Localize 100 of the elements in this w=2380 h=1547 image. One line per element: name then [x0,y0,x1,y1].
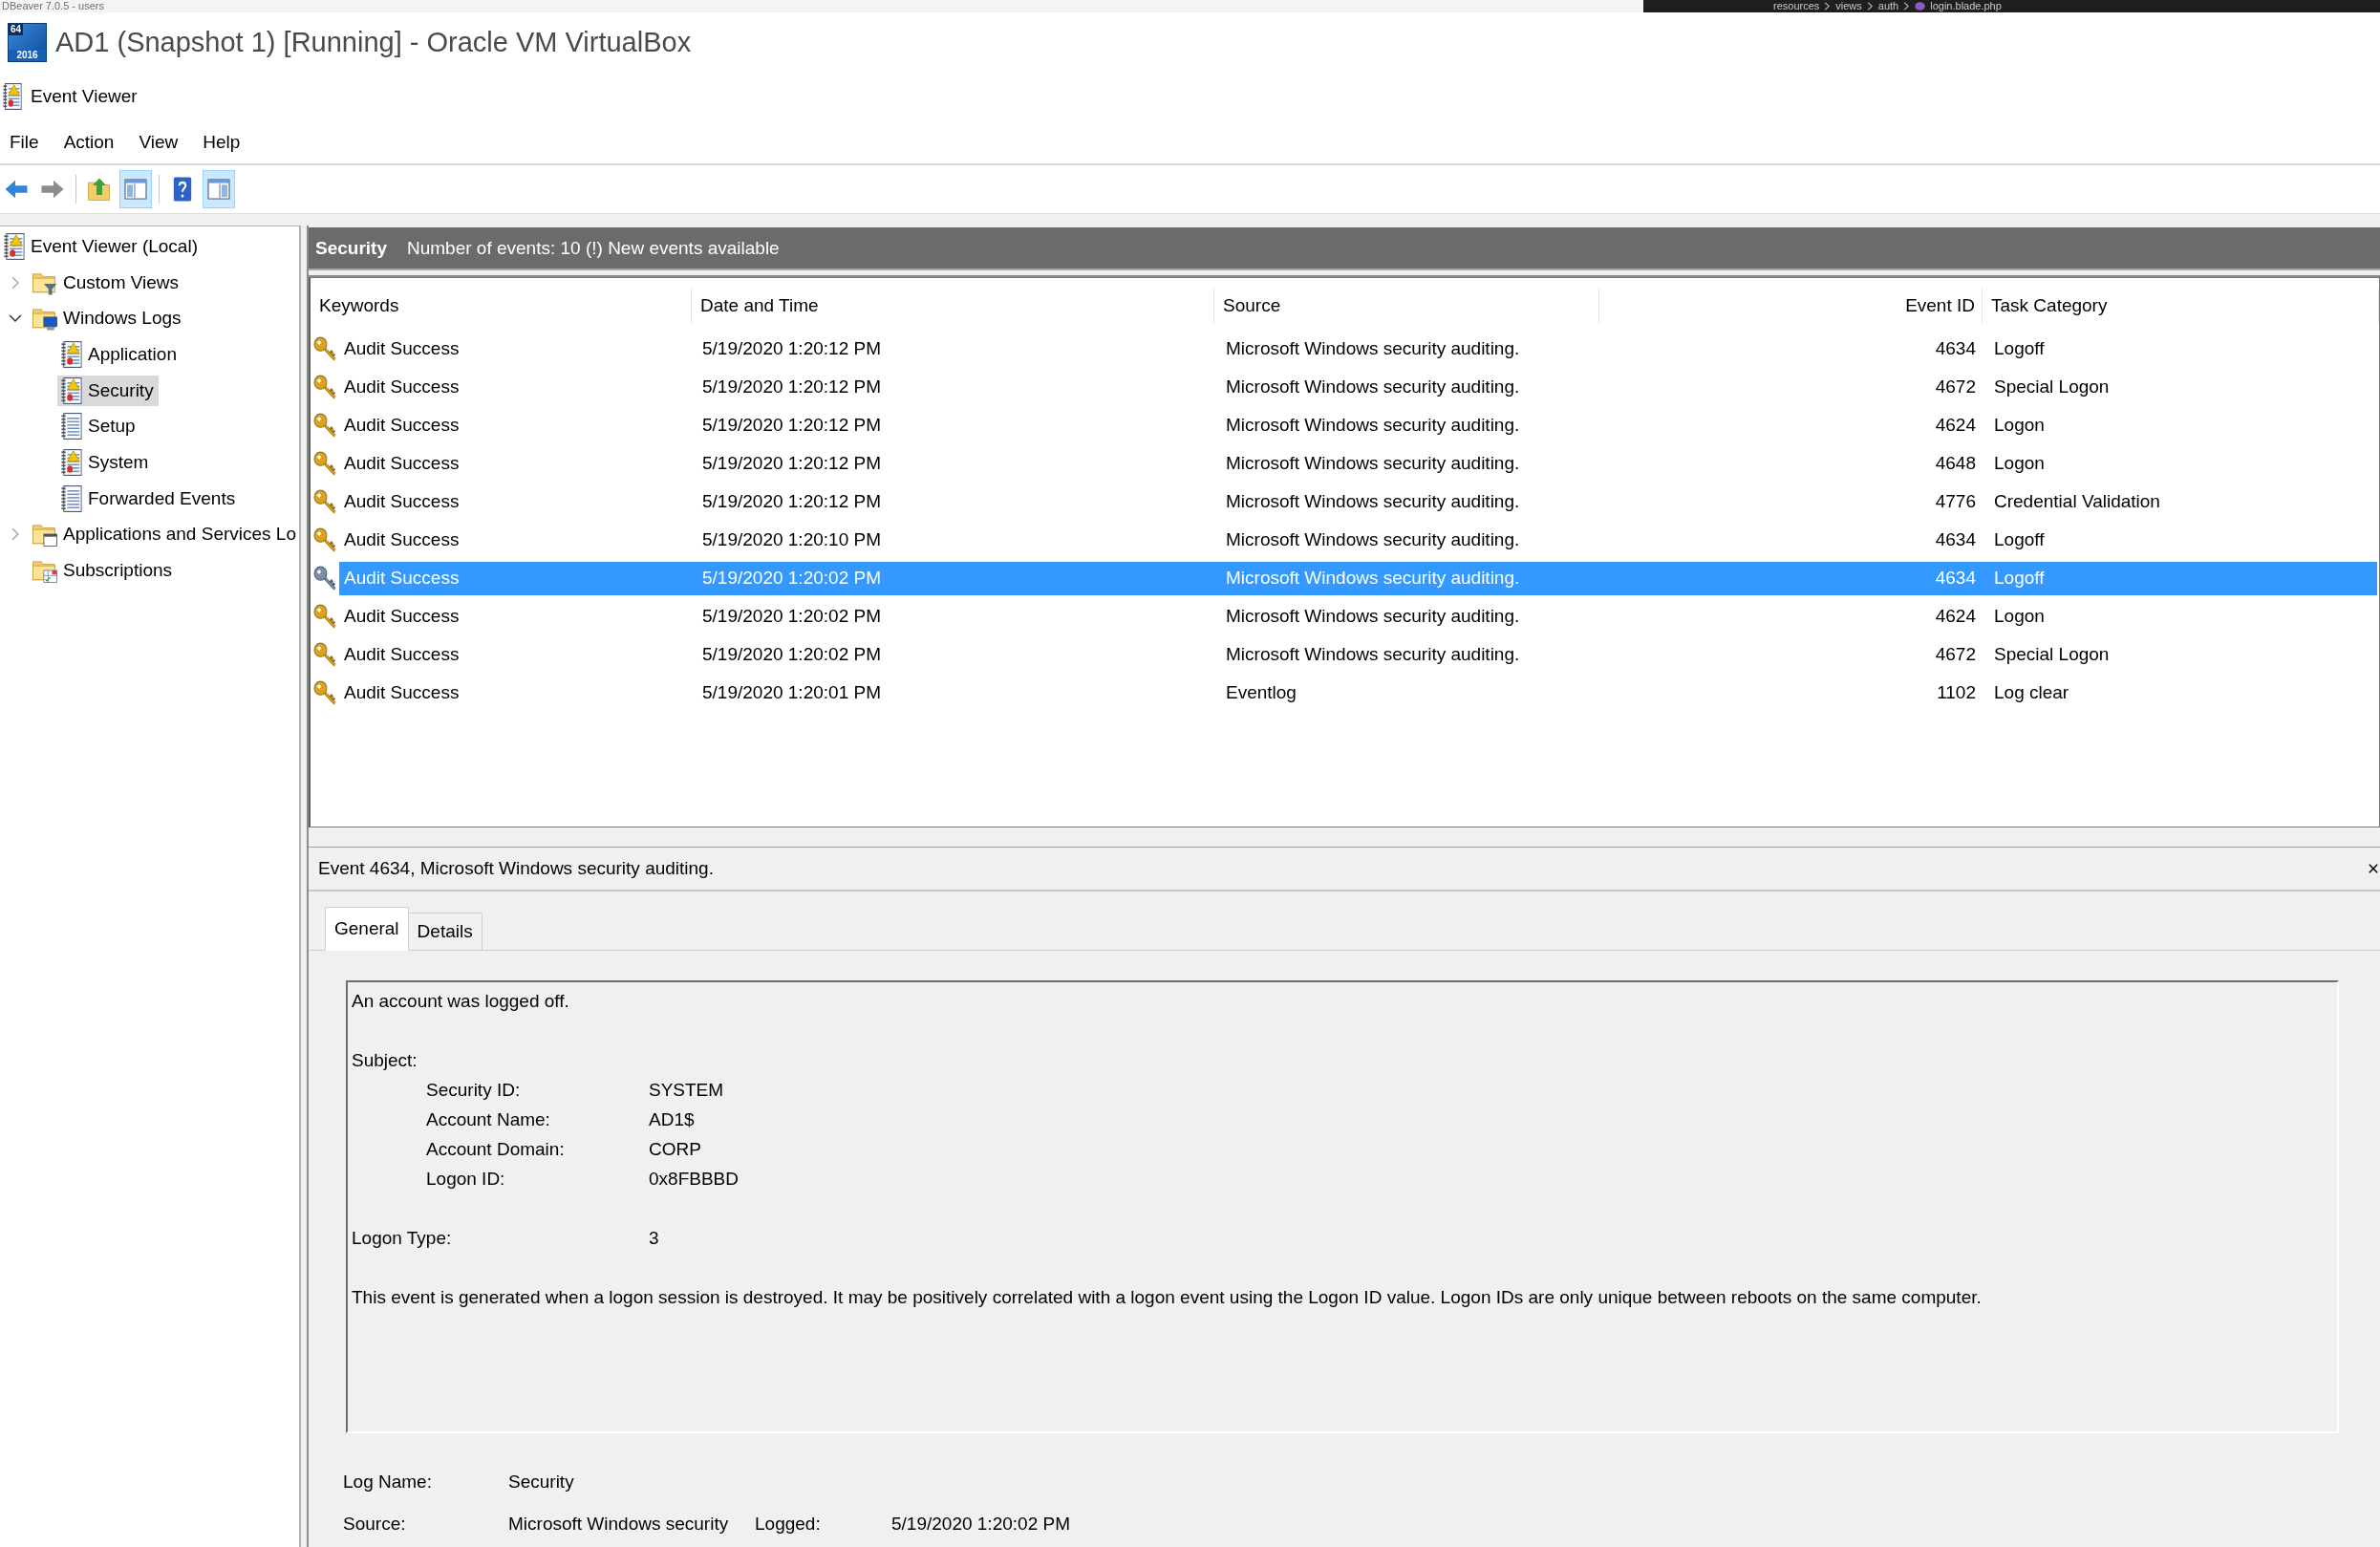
field-label: Security ID: [426,1079,521,1102]
field-label: Logon ID: [426,1168,505,1191]
help-icon [172,177,193,202]
event-row[interactable]: Audit Success 5/19/2020 1:20:12 PM Microsoft Windows security auditing. 4672 Special Logon [339,370,2377,404]
tree-item[interactable]: Setup [57,411,140,442]
property-label: Log Name: [343,1472,432,1493]
pane-splitter[interactable] [299,226,309,1547]
table-cell-text: 5/19/2020 1:20:12 PM [701,414,882,437]
table-cell-text: 4624 [1934,605,1977,628]
log-warning-icon [4,232,25,260]
event-row[interactable]: Audit Success 5/19/2020 1:20:12 PM Microsoft Windows security auditing. 4634 Logoff [339,332,2377,366]
table-cell-text: Audit Success [343,605,461,628]
event-row[interactable]: Audit Success 5/19/2020 1:20:12 PM Microsoft Windows security auditing. 4648 Logon [339,446,2377,481]
window-right-pane-icon [207,179,230,200]
menu-item[interactable]: Help [197,128,247,157]
breadcrumb-item[interactable]: resources [1773,0,1820,12]
property-value: Microsoft Windows security [508,1514,729,1535]
event-row[interactable]: Audit Success 5/19/2020 1:20:01 PM Eventlog 1102 Log clear [339,676,2377,710]
table-cell-text: Audit Success [343,337,461,360]
field-value: 3 [649,1227,659,1250]
window-left-pane-icon [124,179,147,200]
column-header[interactable]: Keywords [311,289,692,323]
tree-item[interactable]: Application [57,338,182,370]
table-cell-text: Eventlog [1225,681,1297,704]
tree-item[interactable]: Windows Logs [29,303,186,334]
table-cell-text: 5/19/2020 1:20:12 PM [701,376,882,398]
event-row[interactable]: Audit Success 5/19/2020 1:20:12 PM Microsoft Windows security auditing. 4776 Credential Validation [339,484,2377,519]
log-icon [61,413,82,440]
table-cell-text: Audit Success [343,567,461,590]
tab[interactable]: General [325,907,409,951]
property-value: Security [508,1472,574,1493]
table-cell-text: 4624 [1934,414,1977,437]
column-header[interactable]: Date and Time [692,289,1214,323]
section-heading: Subject: [352,1049,418,1072]
table-cell-text: 5/19/2020 1:20:12 PM [701,337,882,360]
table-cell-text: Audit Success [343,414,461,437]
field-value: 0x8FBBBD [649,1168,739,1191]
event-row[interactable]: Audit Success 5/19/2020 1:20:10 PM Microsoft Windows security auditing. 4634 Logoff [339,523,2377,557]
table-cell-text: Microsoft Windows security auditing. [1225,414,1521,437]
folder-up-arrow-icon [88,178,111,201]
field-value: AD1$ [649,1108,695,1131]
table-cell-text: Audit Success [343,528,461,551]
app-title: Event Viewer [31,86,138,107]
menu-item[interactable]: Action [57,128,120,157]
breadcrumb-item[interactable]: auth [1877,0,1899,12]
file-type-icon [1915,2,1926,11]
breadcrumb-item[interactable]: login.blade.php [1930,0,2002,12]
tree-item[interactable]: Custom Views [29,267,184,298]
table-cell-text: Microsoft Windows security auditing. [1225,376,1521,398]
table-cell-text: Microsoft Windows security auditing. [1225,605,1521,628]
table-cell-text: Logon [1993,414,2046,437]
table-cell-text: 4672 [1934,643,1977,666]
tree-item[interactable]: Security [57,375,159,406]
close-icon [2369,864,2378,873]
table-cell-text: 4672 [1934,376,1977,398]
table-cell-text: 5/19/2020 1:20:10 PM [701,528,882,551]
table-cell-text: Audit Success [343,452,461,475]
tree-item[interactable]: Subscriptions [29,555,178,587]
log-warning-icon [3,83,22,110]
os-year-label: 2016 [9,49,46,61]
folder-window-icon [32,522,57,548]
field-label: Account Name: [426,1108,550,1131]
tree-item[interactable]: System [57,446,154,478]
menu-item[interactable]: File [4,128,45,157]
table-cell-text: Microsoft Windows security auditing. [1225,643,1521,666]
tree-item[interactable]: Applications and Services Lo [29,519,299,550]
event-row[interactable]: Audit Success 5/19/2020 1:20:02 PM Microsoft Windows security auditing. 4672 Special Logon [339,637,2377,672]
column-header[interactable]: Task Category [1983,289,2379,323]
menu-item[interactable]: View [133,128,184,157]
table-cell-text: Logon [1993,452,2046,475]
field-value: CORP [649,1138,701,1161]
background-window-title: DBeaver 7.0.5 - users [1,0,104,12]
breadcrumb-item[interactable]: views [1835,0,1862,12]
field-label: Logon Type: [352,1227,452,1250]
column-header[interactable]: Source [1214,289,1599,323]
table-cell-text: 5/19/2020 1:20:01 PM [701,681,882,704]
tree-item[interactable]: Forwarded Events [57,483,241,514]
event-row[interactable]: Audit Success 5/19/2020 1:20:12 PM Microsoft Windows security auditing. 4624 Logon [339,408,2377,442]
tree-item[interactable]: Event Viewer (Local) [0,230,203,262]
action-pane-button[interactable] [203,170,235,208]
table-cell-text: Log clear [1993,681,2070,704]
table-cell-text: 5/19/2020 1:20:12 PM [701,452,882,475]
event-row[interactable]: Audit Success 5/19/2020 1:20:02 PM Microsoft Windows security auditing. 4624 Logon [339,599,2377,634]
table-cell-text: Logoff [1993,337,2046,360]
log-icon [61,484,82,512]
property-label: Source: [343,1514,406,1535]
console-tree-button[interactable] [119,170,152,208]
table-cell-text: 4634 [1934,337,1977,360]
event-detail-title: Event 4634, Microsoft Windows security auditing. [318,858,714,879]
description-paragraph: This event is generated when a logon session is destroyed. It may be positively correlated with a logon event using the Logon ID value. Logon IDs are only unique between reboots on the same computer. [352,1286,1982,1309]
table-cell-text: Microsoft Windows security auditing. [1225,490,1521,513]
table-cell-text: Audit Success [343,376,461,398]
chevron-right-icon [1824,2,1832,11]
event-count-text: Number of events: 10 (!) New events available [407,237,780,259]
table-cell-text: Logon [1993,605,2046,628]
tab[interactable]: Details [408,913,482,951]
close-button[interactable] [2368,862,2379,875]
window-title: AD1 (Snapshot 1) [Running] - Oracle VM VirtualBox [55,26,692,58]
folder-computer-icon [32,306,57,332]
column-header[interactable]: Event ID [1599,289,1983,323]
